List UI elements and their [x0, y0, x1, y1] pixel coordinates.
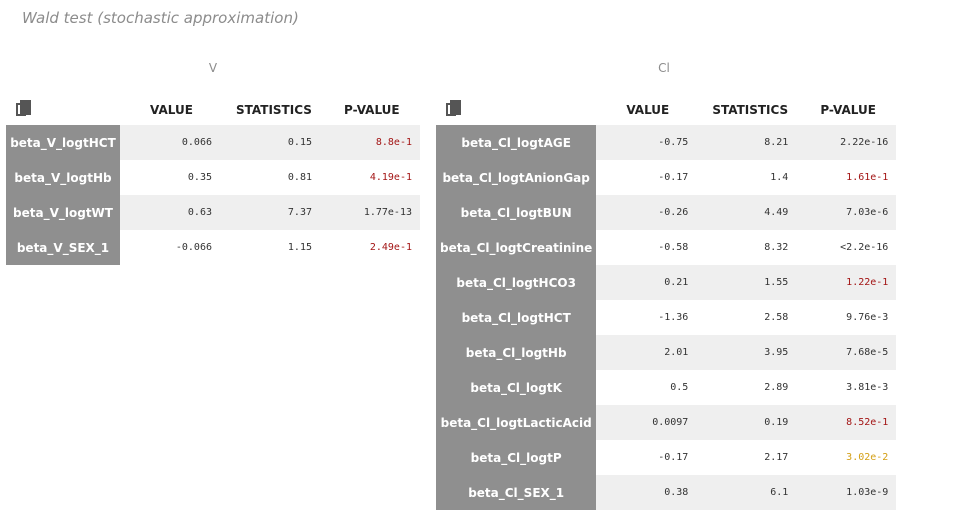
- row-name: beta_V_logtWT: [6, 195, 120, 230]
- copy-icon[interactable]: [446, 99, 462, 118]
- value-cell: -0.17: [596, 160, 697, 195]
- pvalue-cell: 1.22e-1: [796, 265, 897, 300]
- column-header-statistics: STATISTICS: [236, 103, 312, 117]
- value-cell: -0.066: [120, 230, 220, 265]
- pvalue-cell: 9.76e-3: [796, 300, 897, 335]
- pvalue-cell: <2.2e-16: [796, 230, 897, 265]
- table-cl-header-row: VALUE STATISTICS P-VALUE: [436, 95, 896, 125]
- statistics-cell: 8.21: [696, 125, 797, 160]
- statistics-cell: 2.89: [696, 370, 797, 405]
- statistics-cell: 0.15: [220, 125, 320, 160]
- row-name: beta_Cl_logtAGE: [436, 125, 597, 160]
- statistics-cell: 8.32: [696, 230, 797, 265]
- table-row: beta_V_SEX_1 -0.066 1.15 2.49e-1: [6, 230, 420, 265]
- table-row: beta_Cl_logtP -0.17 2.17 3.02e-2: [436, 440, 897, 475]
- table-row: beta_Cl_logtHb 2.01 3.95 7.68e-5: [436, 335, 897, 370]
- table-row: beta_Cl_logtLacticAcid 0.0097 0.19 8.52e-1: [436, 405, 897, 440]
- row-name: beta_V_logtHCT: [6, 125, 120, 160]
- copy-cell: [436, 95, 596, 125]
- statistics-cell: 4.49: [696, 195, 797, 230]
- copy-icon[interactable]: [16, 99, 32, 118]
- value-cell: -0.58: [596, 230, 697, 265]
- table-row: beta_Cl_logtK 0.5 2.89 3.81e-3: [436, 370, 897, 405]
- table-v-header-row: VALUE STATISTICS P-VALUE: [6, 95, 420, 125]
- value-cell: -1.36: [596, 300, 697, 335]
- table-row: beta_Cl_logtHCO3 0.21 1.55 1.22e-1: [436, 265, 897, 300]
- pvalue-cell: 2.22e-16: [796, 125, 897, 160]
- row-name: beta_Cl_logtAnionGap: [436, 160, 597, 195]
- row-name: beta_Cl_logtHb: [436, 335, 597, 370]
- column-header-pvalue: P-VALUE: [820, 103, 876, 117]
- table-row: beta_V_logtHb 0.35 0.81 4.19e-1: [6, 160, 420, 195]
- table-row: beta_V_logtHCT 0.066 0.15 8.8e-1: [6, 125, 420, 160]
- row-name: beta_Cl_logtCreatinine: [436, 230, 597, 265]
- row-name: beta_Cl_logtK: [436, 370, 597, 405]
- row-name: beta_Cl_logtP: [436, 440, 597, 475]
- group-title-cl: Cl: [658, 61, 670, 75]
- row-name: beta_Cl_logtHCT: [436, 300, 597, 335]
- table-row: beta_Cl_logtAGE -0.75 8.21 2.22e-16: [436, 125, 897, 160]
- value-cell: 0.63: [120, 195, 220, 230]
- statistics-cell: 1.55: [696, 265, 797, 300]
- statistics-cell: 0.81: [220, 160, 320, 195]
- value-cell: 2.01: [596, 335, 697, 370]
- column-header-statistics: STATISTICS: [712, 103, 789, 117]
- statistics-cell: 0.19: [696, 405, 797, 440]
- value-cell: -0.17: [596, 440, 697, 475]
- value-cell: 0.21: [596, 265, 697, 300]
- column-header-value: VALUE: [150, 103, 193, 117]
- table-cl: VALUE STATISTICS P-VALUE beta_Cl_logtAGE…: [436, 95, 897, 510]
- page-title: Wald test (stochastic approximation): [22, 9, 299, 27]
- pvalue-cell: 1.03e-9: [796, 475, 897, 510]
- pvalue-cell: 3.02e-2: [796, 440, 897, 475]
- table-cl-container: VALUE STATISTICS P-VALUE beta_Cl_logtAGE…: [436, 95, 897, 510]
- row-name: beta_V_SEX_1: [6, 230, 120, 265]
- row-name: beta_Cl_logtBUN: [436, 195, 597, 230]
- table-v-container: VALUE STATISTICS P-VALUE beta_V_logtHCT 0…: [6, 95, 420, 265]
- row-name: beta_Cl_logtHCO3: [436, 265, 597, 300]
- value-cell: 0.38: [596, 475, 697, 510]
- value-cell: 0.066: [120, 125, 220, 160]
- table-row: beta_Cl_logtBUN -0.26 4.49 7.03e-6: [436, 195, 897, 230]
- row-name: beta_Cl_logtLacticAcid: [436, 405, 597, 440]
- statistics-cell: 6.1: [696, 475, 797, 510]
- statistics-cell: 7.37: [220, 195, 320, 230]
- statistics-cell: 1.15: [220, 230, 320, 265]
- table-row: beta_Cl_logtCreatinine -0.58 8.32 <2.2e-16: [436, 230, 897, 265]
- table-row: beta_Cl_logtHCT -1.36 2.58 9.76e-3: [436, 300, 897, 335]
- pvalue-cell: 7.03e-6: [796, 195, 897, 230]
- table-row: beta_V_logtWT 0.63 7.37 1.77e-13: [6, 195, 420, 230]
- row-name: beta_Cl_SEX_1: [436, 475, 597, 510]
- value-cell: -0.75: [596, 125, 697, 160]
- statistics-cell: 2.58: [696, 300, 797, 335]
- copy-cell: [6, 95, 120, 125]
- column-header-pvalue: P-VALUE: [344, 103, 400, 117]
- pvalue-cell: 2.49e-1: [320, 230, 420, 265]
- table-v: VALUE STATISTICS P-VALUE beta_V_logtHCT 0…: [6, 95, 420, 265]
- pvalue-cell: 3.81e-3: [796, 370, 897, 405]
- pvalue-cell: 1.61e-1: [796, 160, 897, 195]
- table-row: beta_Cl_SEX_1 0.38 6.1 1.03e-9: [436, 475, 897, 510]
- statistics-cell: 1.4: [696, 160, 797, 195]
- pvalue-cell: 4.19e-1: [320, 160, 420, 195]
- value-cell: 0.0097: [596, 405, 697, 440]
- row-name: beta_V_logtHb: [6, 160, 120, 195]
- value-cell: -0.26: [596, 195, 697, 230]
- value-cell: 0.5: [596, 370, 697, 405]
- pvalue-cell: 8.8e-1: [320, 125, 420, 160]
- statistics-cell: 2.17: [696, 440, 797, 475]
- pvalue-cell: 1.77e-13: [320, 195, 420, 230]
- statistics-cell: 3.95: [696, 335, 797, 370]
- table-row: beta_Cl_logtAnionGap -0.17 1.4 1.61e-1: [436, 160, 897, 195]
- group-title-v: V: [208, 61, 218, 75]
- pvalue-cell: 7.68e-5: [796, 335, 897, 370]
- column-header-value: VALUE: [626, 103, 670, 117]
- pvalue-cell: 8.52e-1: [796, 405, 897, 440]
- value-cell: 0.35: [120, 160, 220, 195]
